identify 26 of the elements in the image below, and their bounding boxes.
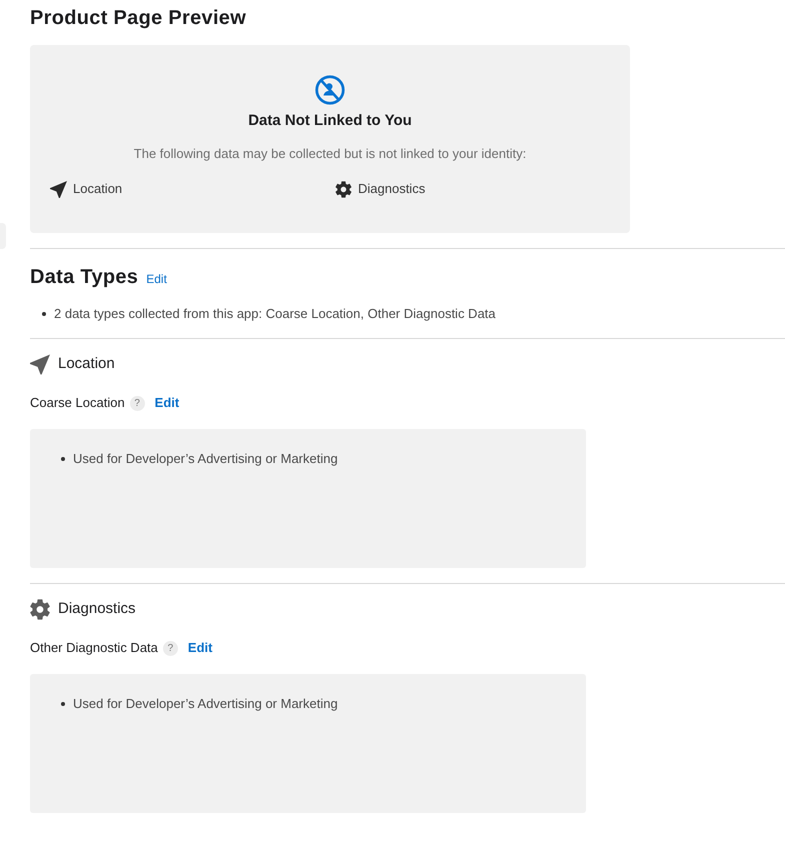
page-title: Product Page Preview: [30, 6, 248, 30]
section-title: Diagnostics: [58, 599, 136, 619]
help-badge[interactable]: ?: [162, 640, 178, 656]
crossed-person-icon: [315, 75, 345, 105]
category-label: Diagnostics: [358, 180, 426, 198]
bullet-icon: [61, 457, 65, 461]
data-type-label: Coarse Location: [30, 394, 125, 412]
data-type-label: Other Diagnostic Data: [30, 639, 158, 657]
list-item-text: Used for Developer’s Advertising or Marketing: [73, 695, 338, 713]
card-description: The following data may be collected but is not linked to your identity:: [134, 145, 526, 163]
list-item-text: 2 data types collected from this app: Coarse Location, Other Diagnostic Data: [54, 305, 496, 323]
edit-link[interactable]: Edit: [188, 639, 212, 657]
edit-link[interactable]: Edit: [154, 394, 180, 412]
category-label: Location: [73, 180, 122, 198]
list-item-text: Used for Developer’s Advertising or Marketing: [73, 450, 338, 468]
edit-link[interactable]: Edit: [146, 272, 167, 286]
gear-icon: [335, 180, 352, 198]
gear-icon: [30, 598, 50, 620]
section-heading: Data Types: [30, 265, 138, 290]
card-title: Data Not Linked to You: [248, 111, 412, 131]
section-title: Location: [58, 354, 115, 374]
location-arrow-icon: [50, 180, 67, 198]
bullet-icon: [61, 702, 65, 706]
bullet-icon: [42, 312, 46, 316]
location-arrow-icon: [30, 354, 50, 374]
help-badge[interactable]: ?: [130, 396, 145, 410]
